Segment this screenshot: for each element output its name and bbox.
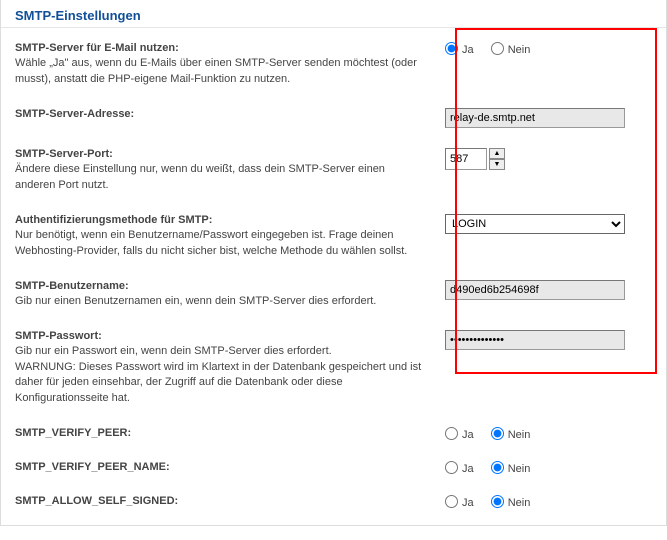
port-down-button[interactable]: ▼ — [489, 159, 505, 170]
row-verify-peer-name: SMTP_VERIFY_PEER_NAME: Ja Nein — [1, 457, 666, 491]
verify-peer-name-nein-radio[interactable] — [491, 461, 504, 474]
section-title: SMTP-Einstellungen — [1, 0, 666, 28]
port-label: SMTP-Server-Port: — [15, 148, 425, 160]
server-label: SMTP-Server-Adresse: — [15, 108, 425, 120]
row-use-smtp: SMTP-Server für E-Mail nutzen: Wähle „Ja… — [1, 38, 666, 104]
server-input[interactable] — [445, 108, 625, 128]
verify-peer-name-label: SMTP_VERIFY_PEER_NAME: — [15, 461, 425, 473]
user-label: SMTP-Benutzername: — [15, 280, 425, 292]
verify-peer-nein-label[interactable]: Nein — [491, 429, 531, 441]
row-allow-self: SMTP_ALLOW_SELF_SIGNED: Ja Nein — [1, 491, 666, 525]
user-input[interactable] — [445, 280, 625, 300]
row-pass: SMTP-Passwort: Gib nur ein Passwort ein,… — [1, 326, 666, 424]
row-user: SMTP-Benutzername: Gib nur einen Benutze… — [1, 276, 666, 326]
allow-self-label: SMTP_ALLOW_SELF_SIGNED: — [15, 495, 425, 507]
allow-self-nein-label[interactable]: Nein — [491, 497, 531, 509]
use-smtp-desc: Wähle „Ja" aus, wenn du E-Mails über ein… — [15, 57, 417, 85]
verify-peer-name-ja-label[interactable]: Ja — [445, 463, 474, 475]
use-smtp-label: SMTP-Server für E-Mail nutzen: — [15, 42, 425, 54]
verify-peer-nein-radio[interactable] — [491, 427, 504, 440]
use-smtp-ja-radio[interactable] — [445, 42, 458, 55]
smtp-settings-panel: SMTP-Einstellungen SMTP-Server für E-Mai… — [0, 0, 667, 526]
port-input[interactable] — [445, 148, 487, 170]
row-server: SMTP-Server-Adresse: — [1, 104, 666, 144]
user-desc: Gib nur einen Benutzernamen ein, wenn de… — [15, 295, 376, 307]
verify-peer-radio-group: Ja Nein — [445, 429, 544, 441]
allow-self-ja-radio[interactable] — [445, 495, 458, 508]
verify-peer-name-ja-radio[interactable] — [445, 461, 458, 474]
auth-desc: Nur benötigt, wenn ein Benutzername/Pass… — [15, 229, 407, 257]
use-smtp-radio-group: Ja Nein — [445, 44, 544, 56]
pass-desc2: WARNUNG: Dieses Passwort wird im Klartex… — [15, 361, 421, 405]
allow-self-radio-group: Ja Nein — [445, 497, 544, 509]
use-smtp-nein-label[interactable]: Nein — [491, 44, 531, 56]
row-port: SMTP-Server-Port: Ändere diese Einstellu… — [1, 144, 666, 210]
auth-label: Authentifizierungsmethode für SMTP: — [15, 214, 425, 226]
verify-peer-name-radio-group: Ja Nein — [445, 463, 544, 475]
use-smtp-ja-label[interactable]: Ja — [445, 44, 474, 56]
verify-peer-name-nein-label[interactable]: Nein — [491, 463, 531, 475]
verify-peer-ja-radio[interactable] — [445, 427, 458, 440]
use-smtp-nein-radio[interactable] — [491, 42, 504, 55]
verify-peer-ja-label[interactable]: Ja — [445, 429, 474, 441]
verify-peer-label: SMTP_VERIFY_PEER: — [15, 427, 425, 439]
pass-input[interactable] — [445, 330, 625, 350]
port-spinner: ▲ ▼ — [489, 148, 505, 170]
pass-desc1: Gib nur ein Passwort ein, wenn dein SMTP… — [15, 345, 332, 357]
allow-self-ja-label[interactable]: Ja — [445, 497, 474, 509]
port-desc: Ändere diese Einstellung nur, wenn du we… — [15, 163, 385, 191]
auth-select[interactable]: LOGIN — [445, 214, 625, 234]
row-verify-peer: SMTP_VERIFY_PEER: Ja Nein — [1, 423, 666, 457]
row-auth: Authentifizierungsmethode für SMTP: Nur … — [1, 210, 666, 276]
port-up-button[interactable]: ▲ — [489, 148, 505, 159]
pass-label: SMTP-Passwort: — [15, 330, 425, 342]
allow-self-nein-radio[interactable] — [491, 495, 504, 508]
